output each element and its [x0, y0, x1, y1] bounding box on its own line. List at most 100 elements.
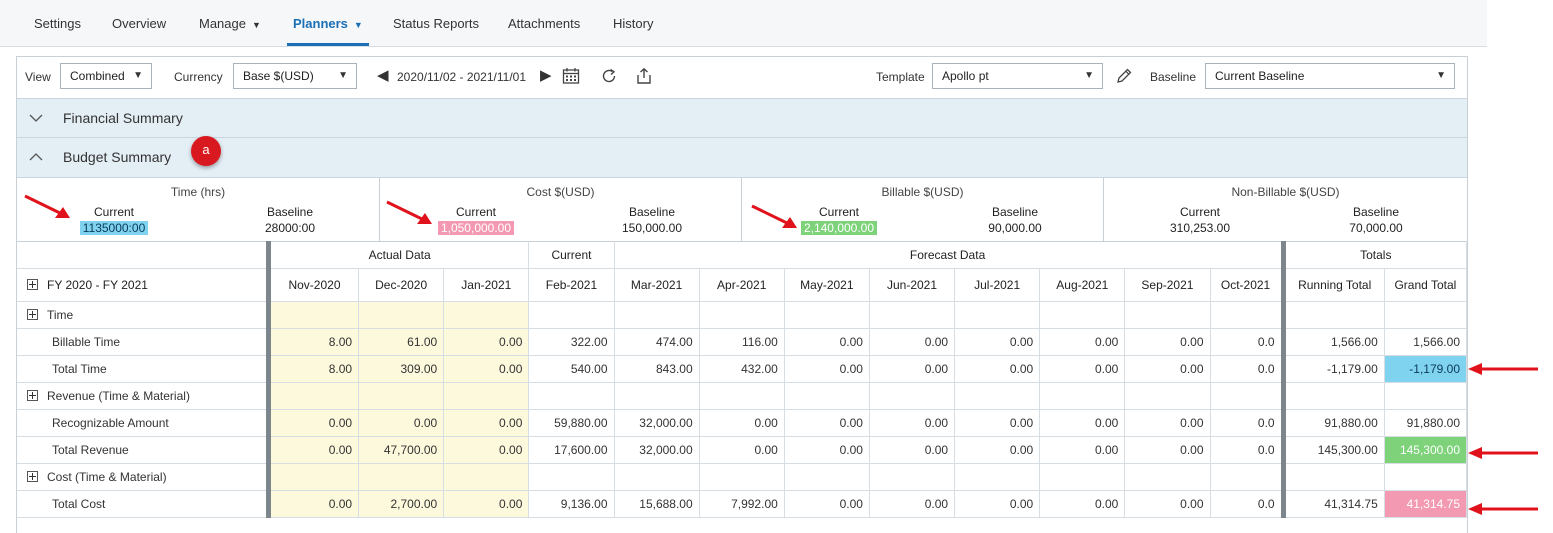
planner-toolbar: View Combined ▼ Currency Base $(USD) ▼ ◀…	[17, 57, 1467, 97]
tab-planners-label: Planners	[293, 16, 348, 31]
month-header: Mar-2021	[614, 268, 700, 302]
row-label: Billable Time	[17, 328, 269, 356]
row-label-text: Cost (Time & Material)	[47, 470, 167, 484]
table-cell: 9,136.00	[528, 490, 615, 518]
table-cell: 41,314.75	[1280, 490, 1385, 518]
row-group-toggle[interactable]: Time	[17, 301, 269, 329]
table-cell: 0.00	[443, 490, 530, 518]
table-cell	[265, 463, 360, 491]
tab-manage[interactable]: Manage ▼	[199, 0, 261, 46]
budget-summary-header[interactable]: Budget Summary a	[17, 136, 1467, 177]
baseline-select-value: Current Baseline	[1215, 69, 1305, 83]
month-header: Feb-2021	[528, 268, 615, 302]
template-select-value: Apollo pt	[942, 69, 989, 83]
expand-plus-icon[interactable]	[27, 279, 38, 290]
next-period-icon[interactable]: ▶	[540, 66, 552, 84]
row-label: Total Revenue	[17, 436, 269, 464]
edit-pencil-icon[interactable]	[1115, 67, 1133, 85]
table-cell: 0.00	[954, 436, 1041, 464]
table-cell	[1384, 382, 1468, 410]
current-value: 1135000:00	[79, 221, 149, 235]
non-billable-card: Non-Billable $(USD) Current 310,253.00 B…	[1104, 178, 1467, 242]
baseline-value: 90,000.00	[988, 221, 1042, 235]
annotation-arrow-icon	[386, 200, 432, 224]
view-select[interactable]: Combined ▼	[60, 63, 152, 89]
table-cell: 0.00	[1039, 490, 1126, 518]
table-cell	[265, 301, 360, 329]
current-label: Current	[93, 205, 134, 219]
table-cell	[614, 463, 700, 491]
table-cell: 145,300.00	[1384, 436, 1468, 464]
budget-summary-title: Budget Summary	[63, 149, 172, 165]
card-title: Non-Billable $(USD)	[1231, 185, 1340, 199]
current-value: 1,050,000.00	[437, 221, 515, 235]
running-total-header: Running Total	[1280, 268, 1385, 302]
annotation-arrow-icon	[24, 194, 70, 218]
table-cell: 0.00	[1039, 355, 1126, 383]
row-group-toggle[interactable]: Cost (Time & Material)	[17, 463, 269, 491]
currency-select[interactable]: Base $(USD) ▼	[233, 63, 357, 89]
tab-planners[interactable]: Planners ▼	[287, 0, 369, 46]
table-cell: 0.00	[443, 355, 530, 383]
expand-plus-icon[interactable]	[27, 471, 38, 482]
table-cell: 0.00	[954, 328, 1041, 356]
month-header: Jun-2021	[869, 268, 956, 302]
table-cell: 0.00	[1039, 409, 1126, 437]
template-select[interactable]: Apollo pt ▼	[932, 63, 1103, 89]
financial-summary-header[interactable]: Financial Summary	[17, 98, 1467, 138]
table-cell: 0.00	[869, 409, 956, 437]
previous-period-icon[interactable]: ◀	[377, 66, 389, 84]
table-cell	[1039, 463, 1126, 491]
table-cell	[443, 463, 530, 491]
row-label-text: Total Revenue	[52, 443, 129, 457]
month-header: Dec-2020	[358, 268, 445, 302]
table-cell	[699, 382, 785, 410]
table-cell: 8.00	[265, 328, 360, 356]
caret-down-icon: ▼	[353, 20, 363, 30]
annotation-arrow-icon	[751, 204, 797, 228]
baseline-value: 70,000.00	[1349, 221, 1403, 235]
baseline-select[interactable]: Current Baseline ▼	[1205, 63, 1455, 89]
table-cell	[1039, 301, 1126, 329]
table-cell	[358, 463, 445, 491]
template-label: Template	[876, 70, 925, 84]
table-cell: 17,600.00	[528, 436, 615, 464]
refresh-icon[interactable]	[600, 67, 618, 85]
table-cell: 540.00	[528, 355, 615, 383]
tab-status-reports[interactable]: Status Reports	[393, 0, 479, 46]
tab-settings[interactable]: Settings	[34, 0, 81, 46]
row-group-toggle[interactable]: Revenue (Time & Material)	[17, 382, 269, 410]
expand-plus-icon[interactable]	[27, 390, 38, 401]
table-cell: 0.00	[1039, 328, 1126, 356]
table-cell	[1039, 382, 1126, 410]
month-header: Apr-2021	[699, 268, 785, 302]
table-cell	[1124, 463, 1211, 491]
tab-history[interactable]: History	[613, 0, 653, 46]
chevron-down-icon: ▼	[133, 70, 143, 81]
tab-attachments[interactable]: Attachments	[508, 0, 580, 46]
tab-bar: Settings Overview Manage ▼ Planners ▼ Stat…	[0, 0, 1487, 47]
month-header: Oct-2021	[1210, 268, 1284, 302]
card-title: Cost $(USD)	[526, 185, 595, 199]
tab-overview[interactable]: Overview	[112, 0, 166, 46]
table-cell: 0.00	[265, 490, 360, 518]
expand-plus-icon[interactable]	[27, 309, 38, 320]
grand-total-header: Grand Total	[1384, 268, 1468, 302]
export-icon[interactable]	[635, 67, 653, 85]
table-cell	[869, 301, 956, 329]
fiscal-year-toggle[interactable]: FY 2020 - FY 2021	[17, 268, 269, 302]
corner-cell	[17, 241, 269, 269]
table-cell: 1,566.00	[1280, 328, 1385, 356]
table-cell	[528, 463, 615, 491]
financial-summary-title: Financial Summary	[63, 110, 183, 126]
table-cell: 0.0	[1210, 490, 1284, 518]
baseline-label: Baseline	[1150, 70, 1197, 84]
table-cell: 116.00	[699, 328, 785, 356]
row-label-text: Billable Time	[52, 335, 121, 349]
row-label-text: Total Cost	[52, 497, 106, 511]
table-cell: 0.00	[869, 436, 956, 464]
table-cell	[1124, 301, 1211, 329]
calendar-icon[interactable]	[562, 67, 580, 85]
planner-grid: Actual Data Current Forecast Data Totals…	[17, 241, 1468, 518]
chevron-up-icon	[29, 153, 43, 161]
